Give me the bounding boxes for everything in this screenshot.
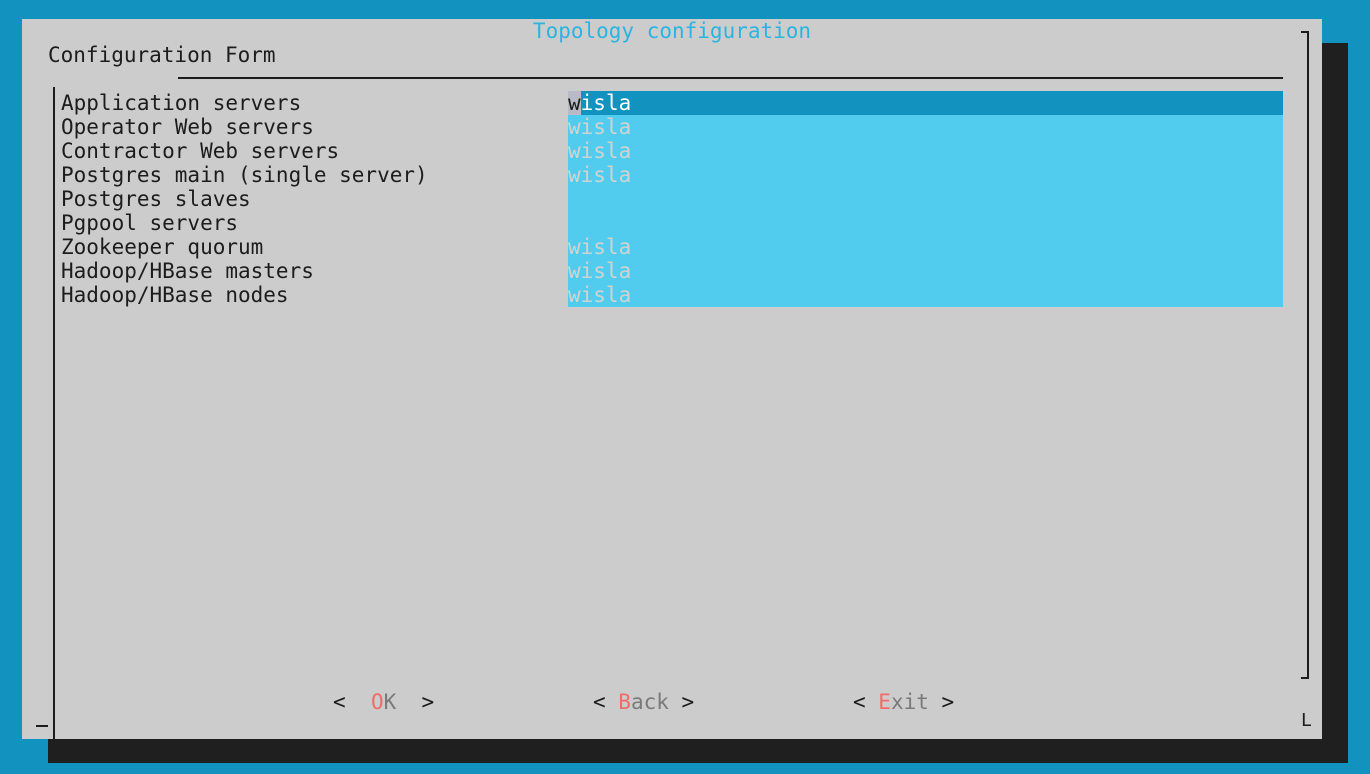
scrollbar-top-tick (1301, 31, 1309, 33)
field-input-postgres-slaves[interactable] (568, 187, 1283, 211)
text-cursor: w (568, 91, 581, 115)
field-row-contractor-web-servers: Contractor Web servers wisla (61, 139, 1283, 163)
field-label: Postgres main (single server) (61, 163, 428, 187)
field-label: Postgres slaves (61, 187, 251, 211)
field-label: Contractor Web servers (61, 139, 340, 163)
field-row-hadoop-hbase-masters: Hadoop/HBase masters wisla (61, 259, 1283, 283)
form-border-gap (126, 77, 178, 79)
button-label: ack (630, 690, 669, 714)
topology-dialog: Topology configuration Configuration For… (22, 19, 1322, 739)
button-bracket-left: < (333, 690, 371, 714)
form-label: Configuration Form (48, 43, 276, 67)
field-input-zookeeper-quorum[interactable]: wisla (568, 235, 1283, 259)
field-input-hadoop-hbase-nodes[interactable]: wisla (568, 283, 1283, 307)
scrollbar-track[interactable] (1307, 31, 1309, 679)
field-row-postgres-slaves: Postgres slaves (61, 187, 1283, 211)
field-input-application-servers[interactable]: wisla (568, 91, 1283, 115)
field-input-hadoop-hbase-masters[interactable]: wisla (568, 259, 1283, 283)
form-fields: Application servers wisla Operator Web s… (61, 91, 1283, 307)
field-input-contractor-web-servers[interactable]: wisla (568, 139, 1283, 163)
back-button[interactable]: < Back > (593, 690, 694, 714)
field-value: isla (580, 91, 632, 115)
field-label: Hadoop/HBase masters (61, 259, 314, 283)
button-hotkey: O (370, 690, 384, 714)
button-hotkey: B (618, 690, 631, 714)
form-border-top (126, 77, 1283, 79)
field-label: Zookeeper quorum (61, 235, 264, 259)
field-row-postgres-main: Postgres main (single server) wisla (61, 163, 1283, 187)
field-input-operator-web-servers[interactable]: wisla (568, 115, 1283, 139)
field-row-application-servers: Application servers wisla (61, 91, 1283, 115)
field-row-operator-web-servers: Operator Web servers wisla (61, 115, 1283, 139)
button-label: xit (890, 690, 929, 714)
field-label: Operator Web servers (61, 115, 314, 139)
field-label: Hadoop/HBase nodes (61, 283, 289, 307)
button-bracket-right: > (928, 690, 955, 714)
button-bracket-left: < (593, 690, 619, 714)
form-border-corner-right: L (1301, 710, 1312, 731)
button-bar: < OK > < Back > < Exit > (22, 690, 1322, 714)
ok-button[interactable]: < OK > (333, 690, 434, 714)
field-row-hadoop-hbase-nodes: Hadoop/HBase nodes wisla (61, 283, 1283, 307)
dialog-title: Topology configuration (532, 19, 812, 43)
field-input-postgres-main[interactable]: wisla (568, 163, 1283, 187)
exit-button[interactable]: < Exit > (853, 690, 954, 714)
form-border-left (53, 87, 55, 739)
button-bracket-right: > (396, 690, 435, 714)
scrollbar-bottom-tick (1301, 677, 1309, 679)
button-bracket-right: > (668, 690, 695, 714)
field-row-zookeeper-quorum: Zookeeper quorum wisla (61, 235, 1283, 259)
button-bracket-left: < (853, 690, 879, 714)
button-hotkey: E (878, 690, 891, 714)
field-input-pgpool-servers[interactable] (568, 211, 1283, 235)
field-label: Application servers (61, 91, 302, 115)
form-border-corner-left (36, 725, 48, 727)
button-label: K (383, 690, 397, 714)
field-label: Pgpool servers (61, 211, 239, 235)
field-row-pgpool-servers: Pgpool servers (61, 211, 1283, 235)
